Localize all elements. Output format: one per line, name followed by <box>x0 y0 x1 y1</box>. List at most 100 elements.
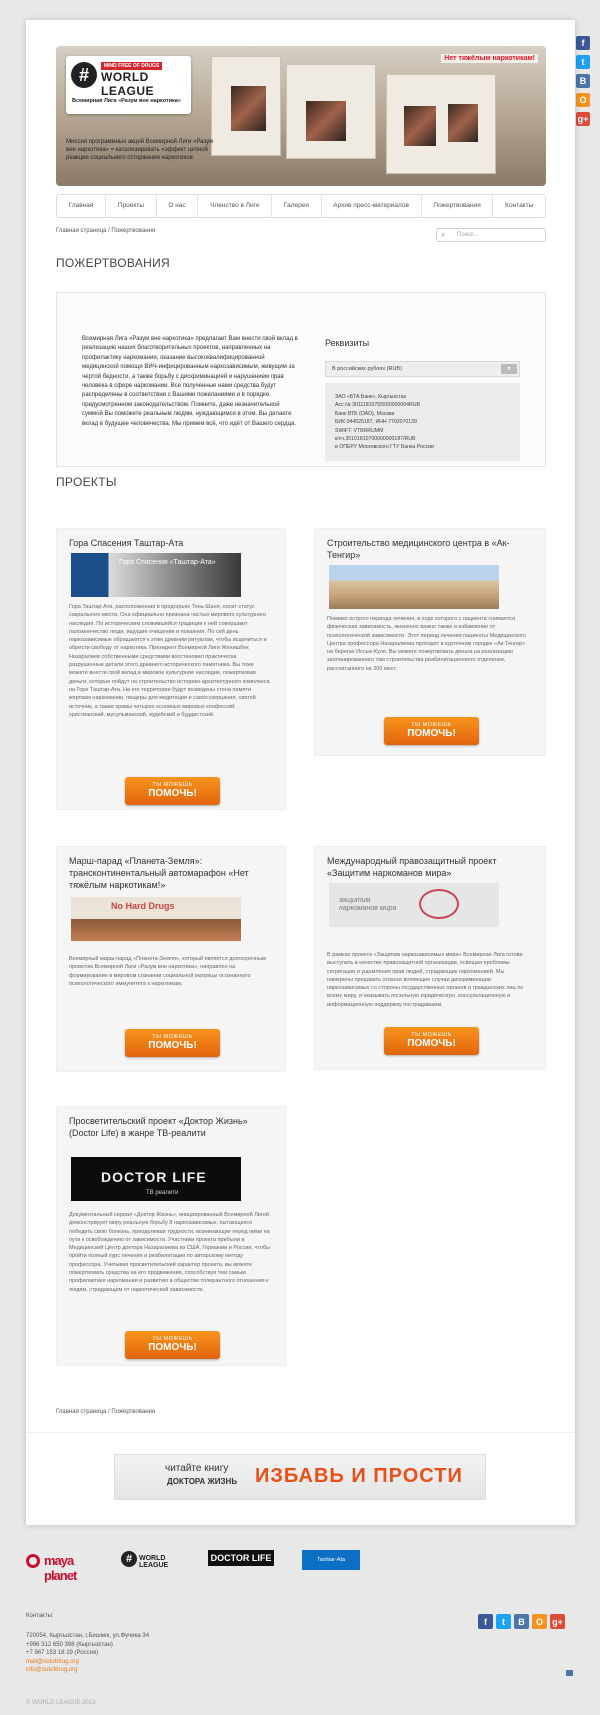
facebook-icon[interactable]: f <box>478 1614 493 1629</box>
search-input[interactable]: ⌕ Поиск... <box>436 228 546 242</box>
bank-line: в ОПЕРУ Московского ГТУ Банка России <box>335 444 434 451</box>
stats-icon[interactable] <box>566 1670 573 1676</box>
partner-logos: maya planet # WORLD LEAGUE DOCTOR LIFE T… <box>26 1550 426 1583</box>
project-image[interactable] <box>329 565 499 609</box>
donate-button-label: ПОМОЧЬ! <box>148 1342 197 1353</box>
project-description: Документальный сериал «Доктор Жизнь», ин… <box>69 1212 271 1293</box>
donate-button[interactable]: ТЫ МОЖЕШЬ ПОМОЧЬ! <box>125 777 220 805</box>
facebook-icon[interactable]: f <box>576 36 590 50</box>
bank-line: БИК 044525187, ИНН 7702070139 <box>335 419 417 426</box>
donation-text: Всемирная Лига «Разум вне наркотика» пре… <box>82 336 298 427</box>
breadcrumb-home[interactable]: Главная страница <box>56 1409 106 1415</box>
vk-icon[interactable]: B <box>576 74 590 88</box>
odnoklassniki-icon[interactable]: O <box>532 1614 547 1629</box>
contact-address: 720054, Кыргызстан, г.Бишкек, ул.Фучика … <box>26 1633 150 1640</box>
partner-maya-label: maya planet <box>44 1553 77 1583</box>
nav-item[interactable]: О нас <box>157 194 199 218</box>
donate-button-small-label: ТЫ МОЖЕШЬ <box>411 1032 452 1038</box>
donate-button-small-label: ТЫ МОЖЕШЬ <box>152 1336 193 1342</box>
project-description: Гора Таштар-Ата, расположенная в предгор… <box>69 604 270 718</box>
bank-line: Банк ВТБ (ОАО), Москва <box>335 410 395 417</box>
donate-button[interactable]: ТЫ МОЖЕШЬ ПОМОЧЬ! <box>125 1029 220 1057</box>
book-line1: читайте книгу <box>165 1463 229 1474</box>
project-image[interactable]: Гора Спасения «Таштар-Ата» <box>71 553 241 597</box>
projects-title: ПРОЕКТЫ <box>56 475 117 489</box>
project-image[interactable]: No Hard Drugs <box>71 897 241 941</box>
project-description: В рамках проекта «Защитим наркозависимых… <box>327 952 524 1008</box>
nav-item[interactable]: Контакты <box>493 194 545 218</box>
nav-item[interactable]: Проекты <box>106 194 157 218</box>
project-image-caption: Гора Спасения «Таштар-Ата» <box>119 559 216 566</box>
breadcrumb-separator: / <box>108 1409 110 1415</box>
header-banner: # MIND FREE OF DRUGS WORLD LEAGUE Всемир… <box>56 46 546 186</box>
contact-email[interactable]: info@outofdrug.org <box>26 1666 149 1674</box>
project-image[interactable]: защитим наркоманов мира <box>329 883 499 927</box>
nav-item[interactable]: Архив пресс-материалов <box>322 194 422 218</box>
social-sidebar: f t B Og+ <box>576 36 590 126</box>
donate-button-label: ПОМОЧЬ! <box>148 788 197 799</box>
partner-doctor-life[interactable]: DOCTOR LIFE <box>208 1550 274 1566</box>
nav-item[interactable]: Членство в Лиге <box>198 194 273 218</box>
book-line2: ДОКТОРА ЖИЗНЬ <box>167 1477 238 1486</box>
logo[interactable]: # MIND FREE OF DRUGS WORLD LEAGUE Всемир… <box>66 56 191 114</box>
requisites-title: Реквизиты <box>325 338 370 348</box>
project-card: Просветительский проект «Доктор Жизнь» (… <box>56 1106 286 1366</box>
vk-icon[interactable]: B <box>514 1614 529 1629</box>
project-title[interactable]: Просветительский проект «Доктор Жизнь» (… <box>69 1115 269 1139</box>
banner-mission: Миссия программных акций Всемирной Лиги … <box>66 139 214 161</box>
main-nav: Главная Проекты О нас Членство в Лиге Галере… <box>56 194 546 218</box>
google-plus-icon[interactable]: g+ <box>576 112 590 126</box>
book-banner[interactable]: читайте книгу ДОКТОРА ЖИЗНЬ ИЗБАВЬ И ПРО… <box>114 1454 486 1500</box>
nav-item[interactable]: Пожертвования <box>422 194 494 218</box>
contact-phone-ru: +7 967 153 18 29 (Россия) <box>26 1650 99 1657</box>
project-description: Помимо острого периода лечения, в ходе к… <box>327 616 526 672</box>
footer-social: f t B Og+ <box>478 1614 565 1629</box>
project-image-caption: DOCTOR LIFE <box>101 1169 207 1185</box>
breadcrumb-separator: / <box>108 228 110 234</box>
partner-tashtar-ata[interactable]: Tashtar-Ata <box>302 1550 360 1570</box>
google-plus-icon[interactable]: g+ <box>550 1614 565 1629</box>
breadcrumb-current: Пожертвования <box>111 1409 156 1415</box>
donate-button-small-label: ТЫ МОЖЕШЬ <box>152 1034 193 1040</box>
breadcrumb-bottom: Главная страница / Пожертвования <box>56 1409 155 1415</box>
twitter-icon[interactable]: t <box>496 1614 511 1629</box>
project-image-subcaption: ТВ реалити <box>146 1190 179 1196</box>
nav-item[interactable]: Главная <box>57 194 107 218</box>
currency-select[interactable]: В российских рублях (RUB) ▾ <box>325 361 520 377</box>
nav-item[interactable]: Галерея <box>272 194 322 218</box>
breadcrumb-home[interactable]: Главная страница <box>56 228 106 234</box>
contacts-block: Контакты: 720054, Кыргызстан, г.Бишкек, … <box>26 1612 149 1674</box>
donate-button-small-label: ТЫ МОЖЕШЬ <box>152 782 193 788</box>
donate-button[interactable]: ТЫ МОЖЕШЬ ПОМОЧЬ! <box>384 717 479 745</box>
chevron-down-icon[interactable]: ▾ <box>501 364 517 374</box>
project-title[interactable]: Строительство медицинского центра в «Ак-… <box>327 537 527 561</box>
search-placeholder: Поиск... <box>457 232 479 238</box>
donate-button-label: ПОМОЧЬ! <box>407 1038 456 1049</box>
project-description: Всемирный марш-парад «Планета-Земля», ко… <box>69 956 266 987</box>
search-icon: ⌕ <box>441 230 446 239</box>
project-title[interactable]: Международный правозащитный проект «Защи… <box>327 855 527 879</box>
project-title[interactable]: Гора Спасения Таштар-Ата <box>69 537 269 549</box>
project-image[interactable]: DOCTOR LIFE ТВ реалити <box>71 1157 241 1201</box>
page-title: ПОЖЕРТВОВАНИЯ <box>56 256 170 270</box>
project-card: Международный правозащитный проект «Защи… <box>314 846 546 1070</box>
bank-line: SWIFT: VTBRRUMM <box>335 427 384 434</box>
partner-world-league[interactable]: # WORLD LEAGUE <box>121 1550 183 1570</box>
donate-button[interactable]: ТЫ МОЖЕШЬ ПОМОЧЬ! <box>384 1027 479 1055</box>
bank-line: Acc.№ 30111810755550000004RUB <box>335 402 420 409</box>
partner-world-league-label: WORLD LEAGUE <box>139 1555 169 1569</box>
partner-maya[interactable]: maya planet <box>26 1552 94 1583</box>
league-name: Всемирная Лига «Разум вне наркотика» <box>72 98 181 104</box>
mind-free-label: MIND FREE OF DRUGS <box>101 62 163 70</box>
contact-email[interactable]: mail@outofdrug.org <box>26 1658 149 1666</box>
odnoklassniki-icon[interactable]: O <box>576 93 590 107</box>
project-image-caption: No Hard Drugs <box>111 901 175 911</box>
breadcrumb-current: Пожертвования <box>111 228 156 234</box>
twitter-icon[interactable]: t <box>576 55 590 69</box>
donate-button-small-label: ТЫ МОЖЕШЬ <box>411 722 452 728</box>
currency-selected: В российских рублях (RUB) <box>332 366 402 372</box>
maya-logo-icon <box>26 1554 40 1568</box>
bank-line: к/сч.30101810700000000187/RUB <box>335 436 416 443</box>
donate-button[interactable]: ТЫ МОЖЕШЬ ПОМОЧЬ! <box>125 1331 220 1359</box>
project-title[interactable]: Марш-парад «Планета-Земля»: трансконтине… <box>69 855 269 891</box>
